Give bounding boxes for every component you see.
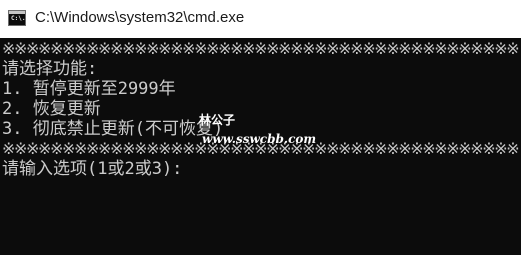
option-3: 3. 彻底禁止更新(不可恢复)	[2, 119, 224, 139]
watermark-name: 林公子	[199, 113, 236, 127]
cmd-console-icon: C:\.	[8, 10, 26, 26]
prompt-title: 请选择功能:	[2, 59, 98, 79]
option-1: 1. 暂停更新至2999年	[2, 79, 176, 99]
console-area[interactable]: ※※※※※※※※※※※※※※※※※※※※※※※※※※※※※※※※※※※※※※※※…	[0, 38, 521, 255]
option-2: 2. 恢复更新	[2, 99, 101, 119]
cmd-icon-text: C:\.	[11, 15, 26, 22]
cmd-icon-bar	[9, 11, 25, 14]
watermark-url: www.sswcbb.com	[202, 132, 317, 146]
title-bar[interactable]: C:\. C:\Windows\system32\cmd.exe	[0, 0, 521, 38]
window-title: C:\Windows\system32\cmd.exe	[35, 9, 245, 26]
cmd-window: C:\. C:\Windows\system32\cmd.exe ※※※※※※※…	[0, 0, 521, 255]
separator-top: ※※※※※※※※※※※※※※※※※※※※※※※※※※※※※※※※※※※※※※※※…	[2, 39, 520, 58]
input-prompt[interactable]: 请输入选项(1或2或3):	[2, 159, 182, 179]
